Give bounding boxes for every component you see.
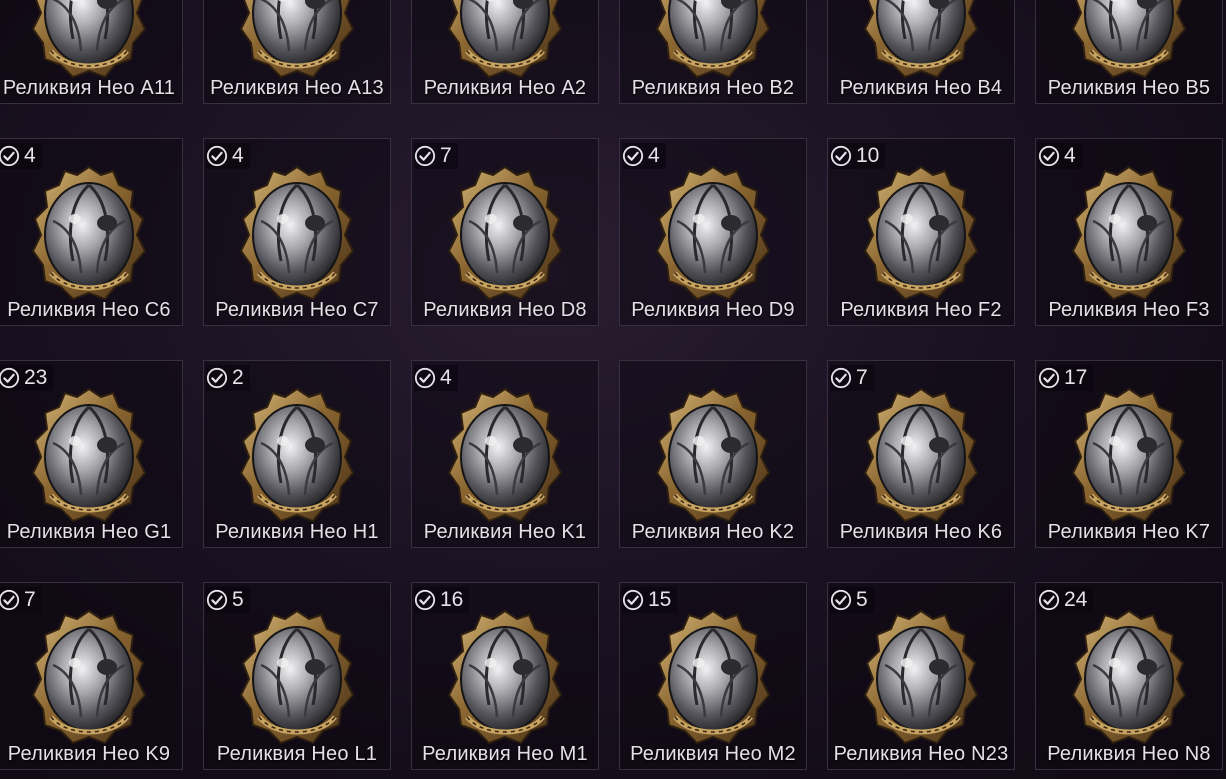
relic-grid: Реликвия Нео A11 Реликвия Нео A13 Реликвия…	[0, 0, 1226, 779]
relic-card[interactable]: 7 Реликвия Нео K6	[827, 360, 1015, 548]
neo-relic-icon	[235, 0, 359, 81]
check-circle-icon	[0, 367, 20, 389]
relic-name: Реликвия Нео D9	[631, 299, 795, 321]
relic-card[interactable]: 4 Реликвия Нео F3	[1035, 138, 1223, 326]
relic-name: Реликвия Нео M1	[422, 743, 588, 765]
relic-card[interactable]: 5 Реликвия Нео L1	[203, 582, 391, 770]
neo-relic-icon	[443, 161, 567, 303]
neo-relic-icon	[1067, 0, 1191, 81]
neo-relic-icon	[1067, 383, 1191, 525]
check-circle-icon	[414, 145, 436, 167]
relic-name: Реликвия Нео C6	[7, 299, 171, 321]
relic-card[interactable]: 7 Реликвия Нео D8	[411, 138, 599, 326]
neo-relic-icon	[235, 161, 359, 303]
relic-name: Реликвия Нео M2	[630, 743, 796, 765]
neo-relic-icon	[859, 0, 983, 81]
relic-name: Реликвия Нео A2	[423, 77, 587, 99]
check-circle-icon	[206, 145, 228, 167]
relic-card[interactable]: 4 Реликвия Нео K1	[411, 360, 599, 548]
neo-relic-icon	[1067, 605, 1191, 747]
relic-card[interactable]: 16 Реликвия Нео M1	[411, 582, 599, 770]
neo-relic-icon	[235, 605, 359, 747]
relic-name: Реликвия Нео F3	[1048, 299, 1210, 321]
relic-name: Реликвия Нео D8	[423, 299, 587, 321]
relic-name: Реликвия Нео G1	[6, 521, 172, 543]
neo-relic-icon	[1067, 161, 1191, 303]
neo-relic-icon	[235, 383, 359, 525]
relic-card[interactable]: Реликвия Нео A13	[203, 0, 391, 104]
check-circle-icon	[0, 145, 20, 167]
check-circle-icon	[830, 145, 852, 167]
check-circle-icon	[622, 145, 644, 167]
check-circle-icon	[0, 589, 20, 611]
relic-card[interactable]: Реликвия Нео B4	[827, 0, 1015, 104]
relic-name: Реликвия Нео K6	[839, 521, 1003, 543]
relic-name: Реликвия Нео K1	[423, 521, 587, 543]
relic-card[interactable]: 4 Реликвия Нео C7	[203, 138, 391, 326]
relic-card[interactable]: 2 Реликвия Нео H1	[203, 360, 391, 548]
neo-relic-icon	[27, 383, 151, 525]
neo-relic-icon	[443, 0, 567, 81]
neo-relic-icon	[651, 0, 775, 81]
neo-relic-icon	[859, 605, 983, 747]
relic-name: Реликвия Нео A13	[210, 77, 384, 99]
relic-card[interactable]: 5 Реликвия Нео N23	[827, 582, 1015, 770]
relic-name: Реликвия Нео N23	[833, 743, 1009, 765]
relic-card[interactable]: 24 Реликвия Нео N8	[1035, 582, 1223, 770]
neo-relic-icon	[651, 383, 775, 525]
check-circle-icon	[414, 367, 436, 389]
relic-card[interactable]: 4 Реликвия Нео C6	[0, 138, 183, 326]
relic-name: Реликвия Нео B2	[631, 77, 795, 99]
relic-card[interactable]: 7 Реликвия Нео K9	[0, 582, 183, 770]
relic-card[interactable]: 17 Реликвия Нео K7	[1035, 360, 1223, 548]
check-circle-icon	[206, 589, 228, 611]
check-circle-icon	[830, 367, 852, 389]
relic-card[interactable]: Реликвия Нео K2	[619, 360, 807, 548]
relic-card[interactable]: Реликвия Нео A2	[411, 0, 599, 104]
relic-card[interactable]: 4 Реликвия Нео D9	[619, 138, 807, 326]
check-circle-icon	[1038, 589, 1060, 611]
relic-card[interactable]: Реликвия Нео A11	[0, 0, 183, 104]
relic-name: Реликвия Нео H1	[215, 521, 379, 543]
check-circle-icon	[1038, 367, 1060, 389]
relic-name: Реликвия Нео N8	[1047, 743, 1211, 765]
neo-relic-icon	[651, 605, 775, 747]
neo-relic-icon	[27, 161, 151, 303]
check-circle-icon	[622, 589, 644, 611]
relic-card[interactable]: 15 Реликвия Нео M2	[619, 582, 807, 770]
relic-name: Реликвия Нео K9	[7, 743, 171, 765]
check-circle-icon	[830, 589, 852, 611]
neo-relic-icon	[651, 161, 775, 303]
relic-card[interactable]: Реликвия Нео B2	[619, 0, 807, 104]
neo-relic-icon	[27, 605, 151, 747]
relic-name: Реликвия Нео B5	[1047, 77, 1211, 99]
relic-name: Реликвия Нео B4	[839, 77, 1003, 99]
relic-name: Реликвия Нео K2	[631, 521, 795, 543]
neo-relic-icon	[443, 383, 567, 525]
check-circle-icon	[1038, 145, 1060, 167]
relic-card[interactable]: Реликвия Нео B5	[1035, 0, 1223, 104]
neo-relic-icon	[859, 161, 983, 303]
neo-relic-icon	[443, 605, 567, 747]
check-circle-icon	[414, 589, 436, 611]
relic-card[interactable]: 10 Реликвия Нео F2	[827, 138, 1015, 326]
relic-name: Реликвия Нео F2	[840, 299, 1002, 321]
relic-name: Реликвия Нео C7	[215, 299, 379, 321]
relic-name: Реликвия Нео K7	[1047, 521, 1211, 543]
relic-name: Реликвия Нео L1	[216, 743, 378, 765]
relic-name: Реликвия Нео A11	[2, 77, 176, 99]
neo-relic-icon	[27, 0, 151, 81]
check-circle-icon	[206, 367, 228, 389]
relic-card[interactable]: 23 Реликвия Нео G1	[0, 360, 183, 548]
neo-relic-icon	[859, 383, 983, 525]
